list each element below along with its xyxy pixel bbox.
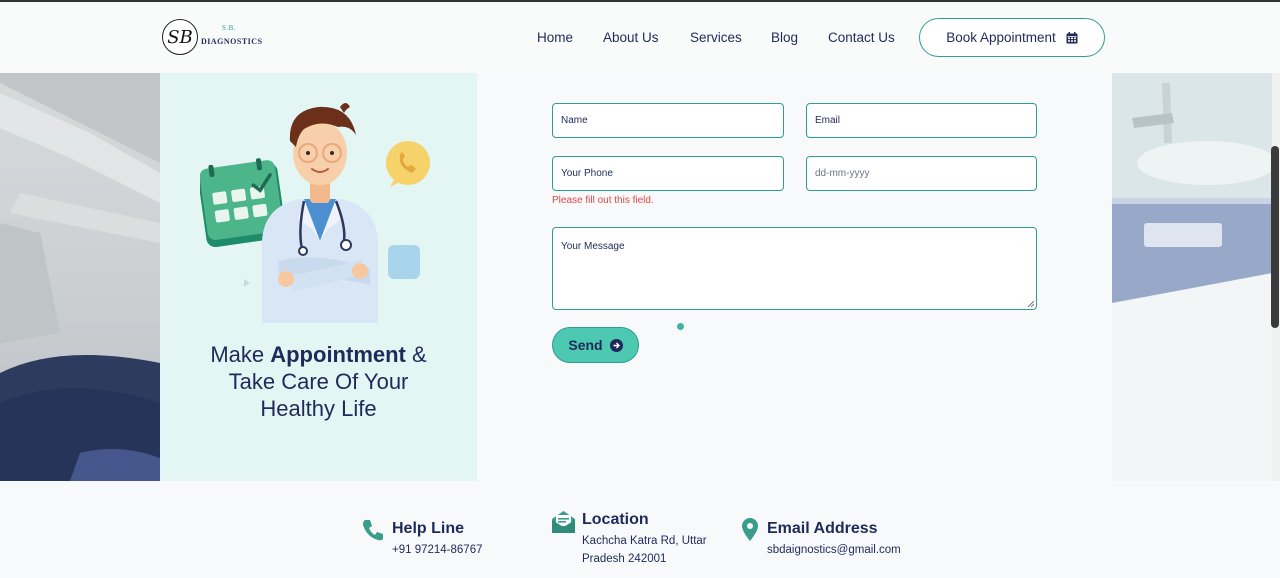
send-label: Send [568, 337, 603, 353]
hero-heading-text-1: Make [210, 342, 271, 367]
email-placeholder: Email [815, 115, 841, 126]
nav-contact-us[interactable]: Contact Us [828, 30, 895, 45]
logo-monogram-text: SB [167, 26, 193, 48]
location-address-line-1: Kachcha Katra Rd, Uttar [582, 535, 707, 547]
logo-initials: S.B. [222, 24, 237, 32]
map-pin-icon [742, 518, 758, 541]
nav-services[interactable]: Services [690, 30, 742, 45]
resize-handle-icon[interactable] [1027, 300, 1034, 307]
phone-field[interactable]: Your Phone [552, 156, 784, 191]
book-appointment-button[interactable]: Book Appointment [919, 18, 1105, 57]
send-button[interactable]: Send [552, 327, 639, 363]
calendar-icon [1066, 31, 1078, 44]
book-appointment-label: Book Appointment [946, 30, 1056, 45]
background-photo-right [1112, 73, 1272, 481]
email-field[interactable]: Email [806, 103, 1037, 138]
scrollbar-thumb[interactable] [1271, 146, 1279, 328]
message-placeholder: Your Message [561, 241, 625, 252]
location-title: Location [582, 511, 649, 528]
nav-home[interactable]: Home [537, 30, 573, 45]
appointment-hero-panel: Make Appointment & Take Care Of Your Hea… [160, 73, 477, 481]
date-field[interactable]: dd-mm-yyyy [806, 156, 1037, 191]
name-field[interactable]: Name [552, 103, 784, 138]
name-placeholder: Name [561, 115, 588, 126]
nav-blog[interactable]: Blog [771, 30, 798, 45]
background-photo-left [0, 73, 160, 481]
email-address-value[interactable]: sbdaignostics@gmail.com [767, 541, 901, 559]
site-header: SB S.B. DIAGNOSTICS Home About Us Servic… [0, 2, 1280, 73]
hero-heading-bold: Appointment [270, 342, 406, 367]
mail-open-icon [552, 511, 575, 533]
location-address: Kachcha Katra Rd, Uttar Pradesh 242001 [582, 532, 707, 568]
loading-dot [677, 323, 684, 330]
logo-monogram: SB [162, 19, 198, 55]
location-address-line-2: Pradesh 242001 [582, 553, 667, 565]
phone-validation-error: Please fill out this field. [552, 195, 654, 206]
phone-icon [363, 520, 383, 541]
nav-about-us[interactable]: About Us [603, 30, 659, 45]
hero-heading-line-2: Take Care Of Your [228, 369, 409, 394]
hero-heading-line-3: Healthy Life [260, 396, 377, 421]
logo-wordmark: DIAGNOSTICS [201, 37, 263, 46]
hero-heading: Make Appointment & Take Care Of Your Hea… [160, 341, 477, 422]
arrow-right-circle-icon [609, 338, 623, 352]
message-textarea[interactable]: Your Message [552, 227, 1037, 310]
phone-placeholder: Your Phone [561, 168, 613, 179]
helpline-number[interactable]: +91 97214-86767 [392, 541, 483, 559]
brand-logo[interactable]: SB S.B. DIAGNOSTICS [162, 19, 272, 57]
email-address-title: Email Address [767, 520, 878, 537]
helpline-title: Help Line [392, 520, 465, 537]
date-placeholder: dd-mm-yyyy [815, 168, 870, 179]
doctor-illustration [200, 103, 430, 323]
hero-heading-text-2: & [405, 342, 427, 367]
